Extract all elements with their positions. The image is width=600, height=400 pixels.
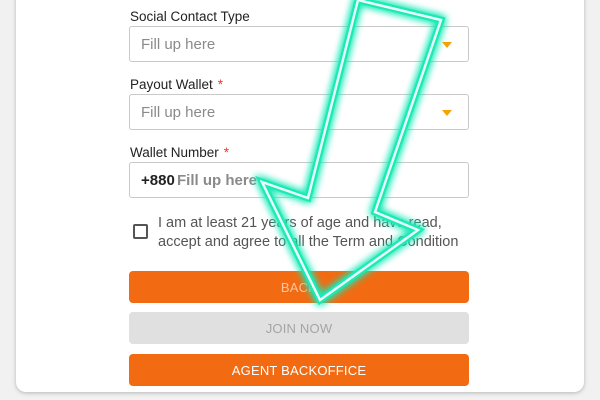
terms-text: I am at least 21 years of age and have r… [158,215,459,250]
social-contact-label: Social Contact Type [130,9,250,24]
payout-wallet-select[interactable]: Fill up here [129,94,469,130]
chevron-down-icon [442,110,452,116]
payout-wallet-label: Payout Wallet * [130,77,224,92]
payout-wallet-placeholder: Fill up here [141,104,216,121]
wallet-number-placeholder: Fill up here [177,172,258,189]
country-code-prefix: +880 [141,172,175,189]
agent-backoffice-button[interactable]: AGENT BACKOFFICE [129,354,469,386]
wallet-number-label: Wallet Number * [130,145,230,160]
required-mark: * [223,145,230,160]
social-contact-select[interactable]: Fill up here [129,26,469,62]
join-now-label: JOIN NOW [265,320,333,336]
required-mark: * [217,77,224,92]
social-contact-placeholder: Fill up here [141,36,216,53]
back-button[interactable]: BACK [129,271,469,303]
wallet-number-input[interactable]: +880 Fill up here [129,162,469,198]
terms-checkbox[interactable] [133,224,148,239]
join-now-button[interactable]: JOIN NOW [129,312,469,344]
back-button-label: BACK [280,279,318,295]
agent-backoffice-label: AGENT BACKOFFICE [231,362,367,378]
chevron-down-icon [442,42,452,48]
